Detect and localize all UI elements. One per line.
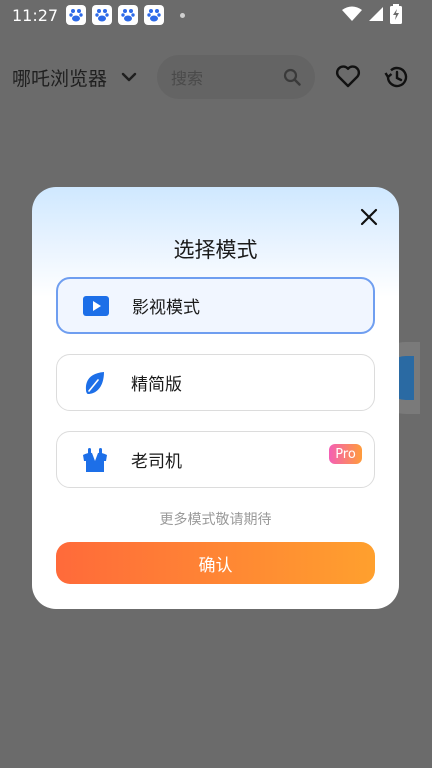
battery-icon	[390, 4, 402, 24]
option-label: 老司机	[131, 452, 182, 472]
confirm-button[interactable]: 确认	[56, 542, 375, 584]
heart-icon[interactable]	[335, 64, 361, 92]
pro-badge: Pro	[329, 444, 362, 464]
chevron-down-icon[interactable]	[121, 68, 137, 87]
search-placeholder: 搜索	[171, 69, 204, 88]
dialog-title: 选择模式	[173, 238, 258, 262]
leaf-icon	[81, 369, 109, 397]
history-icon[interactable]	[383, 64, 409, 94]
close-icon[interactable]	[357, 205, 381, 229]
baidu-paw-icon	[92, 5, 113, 25]
baidu-paw-icon	[118, 5, 139, 25]
option-label: 影视模式	[132, 298, 200, 318]
mode-select-dialog: 选择模式 影视模式 精简版 老司机 Pro 更多模式敬请期待 确认	[32, 187, 399, 609]
status-time: 11:27	[12, 5, 59, 25]
search-icon	[283, 68, 301, 86]
option-label: 精简版	[131, 375, 182, 395]
app-title[interactable]: 哪吒浏览器	[12, 64, 107, 91]
more-modes-hint: 更多模式敬请期待	[159, 512, 272, 528]
video-play-icon	[82, 292, 110, 320]
wifi-icon	[342, 6, 362, 21]
signal-icon	[369, 7, 383, 21]
vest-icon	[81, 446, 109, 474]
more-notifications-dot	[180, 12, 186, 18]
notification-icons	[66, 5, 186, 25]
status-right	[342, 4, 402, 24]
baidu-paw-icon	[66, 5, 87, 25]
search-bar[interactable]: 搜索	[157, 55, 315, 99]
status-bar: 11:27	[0, 0, 432, 30]
option-video-mode[interactable]: 影视模式	[56, 277, 375, 334]
baidu-paw-icon	[144, 5, 165, 25]
option-senior-mode[interactable]: 老司机 Pro	[56, 431, 375, 488]
option-lite-mode[interactable]: 精简版	[56, 354, 375, 411]
top-bar: 哪吒浏览器 搜索	[0, 48, 432, 106]
